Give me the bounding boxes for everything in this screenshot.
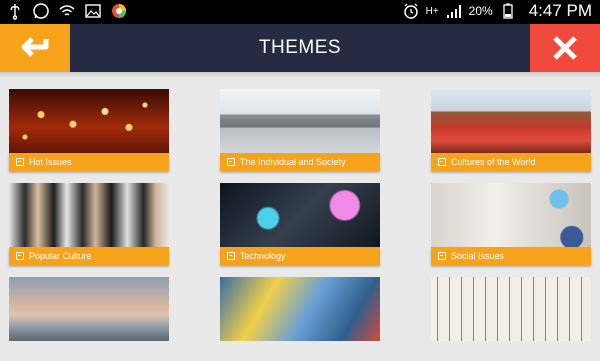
network-type: H+ [425,5,439,17]
folder-icon [227,252,235,260]
theme-tile[interactable] [9,277,169,361]
theme-image [220,183,380,247]
theme-image [9,89,169,153]
theme-tile[interactable] [431,277,591,361]
theme-image [9,183,169,247]
theme-tile[interactable] [220,277,380,361]
battery-icon [503,3,513,19]
folder-icon [16,158,24,166]
theme-image [9,277,169,341]
app-icon [112,4,126,18]
theme-label: Technology [220,247,380,265]
top-bar: THEMES [0,24,600,72]
battery-percent: 20% [468,4,493,18]
status-bar: H+ 20% 4:47 PM [0,0,600,24]
theme-tile-hot-issues[interactable]: Hot Issues [9,89,169,173]
back-arrow-icon [21,37,49,57]
theme-label: The Individual and Society [220,153,380,171]
usb-icon [10,4,20,20]
page-title: THEMES [258,37,342,58]
theme-label: Popular Culture [9,247,169,265]
theme-image [431,277,591,341]
theme-label: Social Issues [431,247,591,265]
folder-icon [438,252,446,260]
theme-label: Cultures of the World [431,153,591,171]
gallery-icon [85,4,101,18]
theme-image [220,89,380,153]
theme-tile-cultures-world[interactable]: Cultures of the World [431,89,591,173]
wifi-icon [59,5,75,16]
notification-icons [6,2,128,20]
theme-image [431,89,591,153]
theme-tile-social-issues[interactable]: Social Issues [431,183,591,267]
alarm-icon [403,3,418,19]
theme-label: Hot Issues [9,153,169,171]
system-icons: H+ 20% 4:47 PM [402,1,592,21]
folder-icon [16,252,24,260]
close-icon [553,36,577,60]
header-shadow [0,72,600,78]
close-button[interactable] [530,24,600,72]
theme-image [220,277,380,341]
back-button[interactable] [0,24,70,72]
theme-tile-individual-society[interactable]: The Individual and Society [220,89,380,173]
signal-icon [446,5,461,18]
theme-tile-technology[interactable]: Technology [220,183,380,267]
clock: 4:47 PM [528,1,592,20]
theme-image [431,183,591,247]
whatsapp-icon [33,3,49,19]
folder-icon [227,158,235,166]
theme-tile-popular-culture[interactable]: Popular Culture [9,183,169,267]
folder-icon [438,158,446,166]
